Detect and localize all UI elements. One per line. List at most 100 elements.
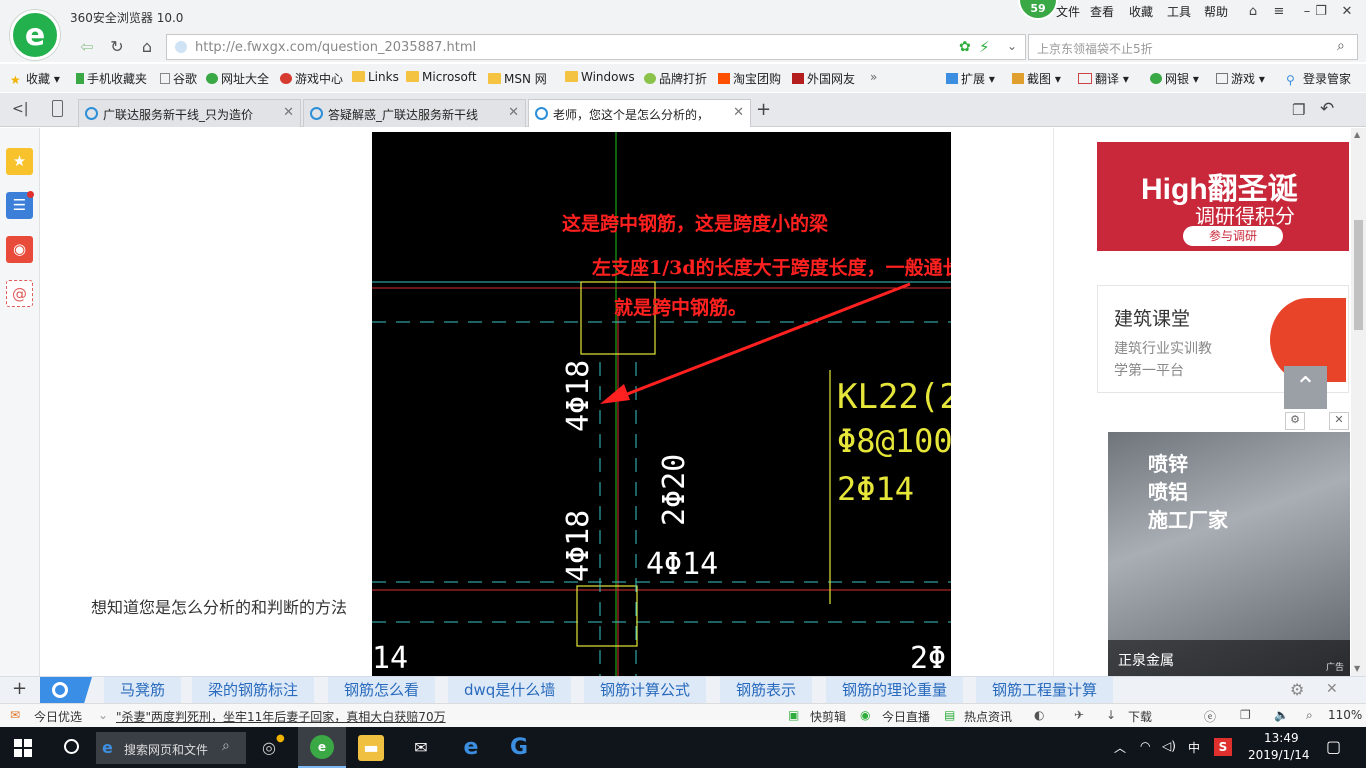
close-icon[interactable]: ✕	[1326, 681, 1338, 697]
url-text[interactable]: http://e.fwxgx.com/question_2035887.html	[195, 40, 476, 55]
speed-icon[interactable]: ◐	[1034, 708, 1044, 722]
login-manager-button[interactable]: ⚲ 登录管家	[1286, 70, 1351, 87]
pin-icon[interactable]: ✈	[1074, 708, 1084, 722]
search-input[interactable]: 上京东领福袋不止5折	[1037, 40, 1153, 57]
scrollbar[interactable]: ▲ ▼	[1351, 128, 1366, 676]
volume-icon[interactable]: ◁)	[1162, 739, 1176, 753]
sogou-ime-icon[interactable]: S	[1214, 738, 1232, 756]
translate-button[interactable]: 翻译 ▾	[1078, 70, 1129, 87]
notification-badge[interactable]: 59	[1018, 0, 1058, 20]
games-button[interactable]: 游戏 ▾	[1216, 70, 1265, 87]
scrollbar-thumb[interactable]	[1354, 220, 1363, 330]
back-icon[interactable]: ⇦	[76, 36, 98, 58]
clock-date[interactable]: 2019/1/14	[1248, 748, 1310, 762]
search-box[interactable]: 上京东领福袋不止5折 ⌕	[1028, 34, 1358, 60]
extension-button[interactable]: 扩展 ▾	[946, 70, 995, 87]
security-icon[interactable]: ✿	[959, 39, 971, 55]
back-to-top-button[interactable]: ⌃	[1284, 366, 1327, 409]
quick-edit-link[interactable]: 快剪辑	[810, 708, 846, 725]
browser-logo-icon[interactable]: e	[10, 10, 60, 60]
menu-favorites[interactable]: 收藏	[1129, 3, 1153, 20]
window-icon[interactable]: ❐	[1240, 708, 1251, 722]
ie-mode-icon[interactable]: ⓔ	[1204, 708, 1216, 725]
keyword-1[interactable]: 马凳筋	[104, 677, 182, 703]
favorites-star-icon[interactable]: ★	[6, 148, 33, 175]
restore-tabs-icon[interactable]: ❐	[1292, 101, 1305, 119]
glodon-icon[interactable]: G	[506, 735, 532, 761]
zoom-level[interactable]: 110%	[1328, 708, 1362, 722]
mobile-icon[interactable]	[52, 100, 63, 117]
speed-icon[interactable]: ⚡	[979, 38, 990, 56]
news-headline[interactable]: "杀妻"两度判死刑，坐牢11年后妻子回家，真相大白获赔70万	[116, 708, 446, 725]
hot-news-link[interactable]: 热点资讯	[964, 708, 1012, 725]
chevron-down-icon[interactable]: ⌄	[98, 708, 108, 722]
cortana-icon[interactable]	[64, 739, 79, 754]
gear-icon[interactable]: ⚙	[1290, 680, 1304, 699]
mail-icon[interactable]: @	[6, 280, 33, 307]
search-icon[interactable]: ⌕	[1337, 38, 1345, 54]
download-link[interactable]: 下载	[1128, 708, 1152, 725]
live-link[interactable]: 今日直播	[882, 708, 930, 725]
settings-icon[interactable]: ≡	[1268, 3, 1290, 21]
notification-center-icon[interactable]: ▢	[1326, 737, 1341, 756]
keyword-5[interactable]: 钢筋计算公式	[584, 677, 707, 703]
bookmark-microsoft[interactable]: Microsoft	[406, 70, 477, 84]
tab-3[interactable]: 老师，您这个是怎么分析的，这 ✕	[528, 99, 751, 127]
windows-start-icon[interactable]	[14, 739, 32, 757]
bookmark-msn[interactable]: MSN 网	[488, 70, 547, 87]
weibo-icon[interactable]: ◉	[6, 236, 33, 263]
bookmark-links[interactable]: Links	[352, 70, 399, 84]
restore-button[interactable]: ❐	[1310, 3, 1332, 21]
bookmark-windows[interactable]: Windows	[565, 70, 635, 84]
menu-help[interactable]: 帮助	[1204, 3, 1228, 20]
bookmark-favorites[interactable]: ★ 收藏 ▾	[10, 70, 60, 87]
sound-icon[interactable]: 🔈	[1274, 708, 1289, 722]
keyword-7[interactable]: 钢筋的理论重量	[826, 677, 964, 703]
ad-metal-spray[interactable]: 喷锌 喷铝 施工厂家 正泉金属 广告	[1108, 432, 1350, 676]
keyword-4[interactable]: dwq是什么墙	[448, 677, 572, 703]
bookmark-brand-sale[interactable]: 品牌打折	[644, 70, 707, 87]
keyword-2[interactable]: 梁的钢筋标注	[192, 677, 315, 703]
tab-list-icon[interactable]: <|	[12, 101, 28, 117]
taskbar-browser-active[interactable]: e	[298, 727, 346, 768]
bookmark-urls[interactable]: 网址大全	[206, 70, 269, 87]
refresh-icon[interactable]: ↻	[106, 36, 128, 58]
ad-settings-icon[interactable]: ⚙	[1285, 412, 1305, 430]
skin-icon[interactable]: ⌂	[1242, 3, 1264, 21]
taskbar-search[interactable]: e 搜索网页和文件 ⌕	[96, 732, 246, 764]
scroll-up-icon[interactable]: ▲	[1354, 130, 1360, 139]
file-explorer-icon[interactable]: ▬	[358, 735, 384, 761]
screenshot-button[interactable]: 截图 ▾	[1012, 70, 1061, 87]
ad-close-icon[interactable]: ✕	[1329, 412, 1349, 430]
keyword-6[interactable]: 钢筋表示	[720, 677, 813, 703]
tray-expand-icon[interactable]: ︿	[1114, 739, 1126, 756]
clock-time[interactable]: 13:49	[1264, 731, 1299, 745]
undo-close-icon[interactable]: ↶	[1320, 99, 1334, 119]
close-window-button[interactable]: ✕	[1336, 3, 1358, 21]
keyword-3[interactable]: 钢筋怎么看	[328, 677, 436, 703]
close-tab-icon[interactable]: ✕	[508, 105, 519, 120]
new-tab-button[interactable]: +	[756, 99, 771, 120]
ad1-button[interactable]: 参与调研	[1183, 226, 1283, 246]
tab-2[interactable]: 答疑解惑_广联达服务新干线 ✕	[303, 99, 526, 127]
menu-view[interactable]: 查看	[1090, 3, 1114, 20]
menu-tools[interactable]: 工具	[1167, 3, 1191, 20]
wifi-icon[interactable]: ◠	[1140, 739, 1150, 753]
chevron-down-icon[interactable]: ⌄	[1007, 39, 1017, 53]
bookmark-mobile[interactable]: 手机收藏夹	[76, 70, 147, 87]
ebank-button[interactable]: 网银 ▾	[1150, 70, 1199, 87]
edge-icon[interactable]: e	[458, 735, 484, 761]
address-bar[interactable]: http://e.fwxgx.com/question_2035887.html…	[166, 34, 1026, 60]
close-tab-icon[interactable]: ✕	[283, 105, 294, 120]
bookmark-google[interactable]: 谷歌	[160, 70, 197, 87]
today-picks[interactable]: 今日优选	[34, 708, 82, 725]
home-icon[interactable]: ⌂	[136, 36, 158, 58]
mail-icon[interactable]: ✉	[408, 735, 434, 761]
bookmark-taobao[interactable]: 淘宝团购	[718, 70, 781, 87]
tab-1[interactable]: 广联达服务新干线_只为造价从业 ✕	[78, 99, 301, 127]
scroll-down-icon[interactable]: ▼	[1354, 664, 1360, 673]
close-tab-icon[interactable]: ✕	[733, 105, 744, 120]
ad-christmas[interactable]: High翻圣诞 调研得积分 参与调研	[1097, 142, 1349, 251]
keyword-8[interactable]: 钢筋工程量计算	[976, 677, 1114, 703]
ime-indicator[interactable]: 中	[1188, 739, 1200, 756]
